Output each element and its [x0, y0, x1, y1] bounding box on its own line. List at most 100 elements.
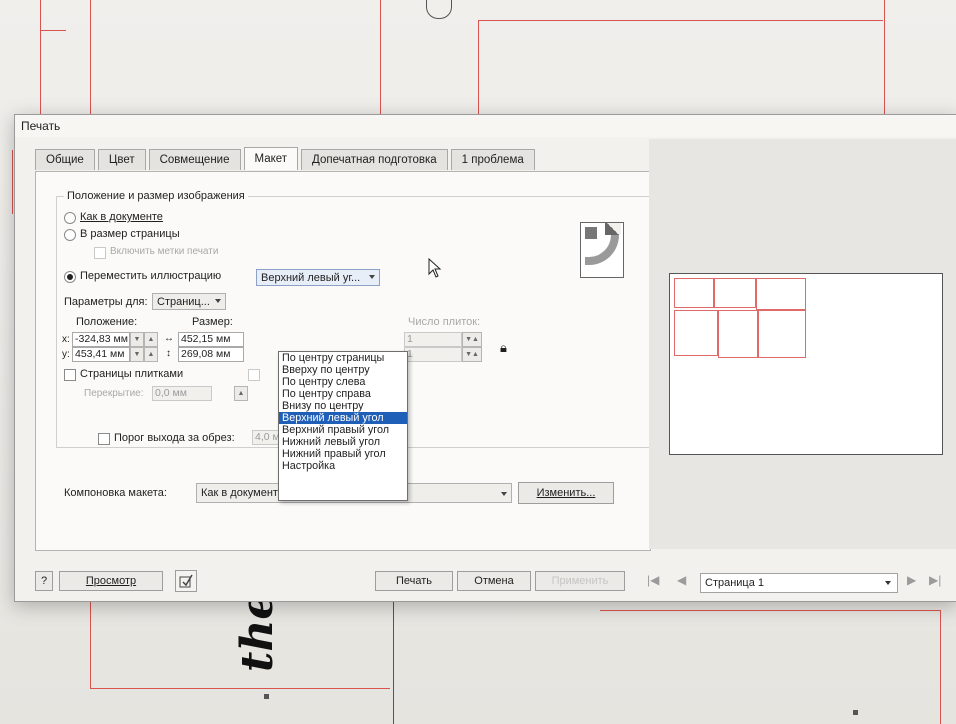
preview-shape — [756, 278, 806, 310]
dropdown-item[interactable]: Нижний левый угол — [279, 436, 407, 448]
height-field[interactable]: 269,08 мм — [178, 347, 244, 362]
preview-shape — [674, 278, 714, 308]
print-preview-pane[interactable] — [649, 139, 956, 549]
first-page-icon[interactable]: |◀ — [647, 573, 659, 587]
position-dropdown-list: По центру страницы Вверху по центру По ц… — [278, 351, 408, 501]
dropdown-item[interactable]: Настройка — [279, 460, 407, 472]
tiles-y-field[interactable]: 1 — [404, 347, 462, 362]
dropdown-item[interactable]: Нижний правый угол — [279, 448, 407, 460]
cancel-button[interactable]: Отмена — [457, 571, 531, 591]
label-imposition: Компоновка макета: — [64, 487, 167, 499]
print-button[interactable]: Печать — [375, 571, 453, 591]
label-y: y: — [62, 349, 70, 360]
params-for-value: Страниц... — [157, 295, 210, 308]
print-dialog: Печать Общие Цвет Совмещение Макет Допеч… — [14, 114, 956, 602]
tiles-y-spin[interactable]: ▼▲ — [462, 347, 482, 362]
page-select[interactable]: Страница 1 — [700, 573, 898, 593]
chevron-down-icon — [369, 275, 375, 279]
tab-prepress[interactable]: Допечатная подготовка — [301, 149, 448, 170]
mouse-cursor-icon — [428, 258, 442, 278]
dropdown-item[interactable]: Вверху по центру — [279, 364, 407, 376]
dropdown-item[interactable]: По центру справа — [279, 388, 407, 400]
tiles-x-field[interactable]: 1 — [404, 332, 462, 347]
preview-toggle-icon[interactable] — [175, 570, 197, 592]
next-page-icon[interactable]: ▶ — [907, 573, 916, 587]
node-marker — [264, 694, 269, 699]
checkbox-print-marks[interactable] — [94, 247, 106, 259]
y-position-field[interactable]: 453,41 мм — [72, 347, 130, 362]
circle-shape — [426, 0, 452, 19]
y-spin-up[interactable]: ▲ — [144, 347, 158, 362]
canvas-text-shape: the — [232, 591, 283, 672]
preview-paper — [669, 273, 943, 455]
dropdown-item-selected[interactable]: Верхний левый угол — [279, 412, 407, 424]
dropdown-item[interactable]: Внизу по центру — [279, 400, 407, 412]
params-for-combo[interactable]: Страниц... — [152, 293, 226, 310]
cut-line — [600, 610, 940, 611]
tab-composite[interactable]: Совмещение — [148, 149, 241, 170]
label-bleed: Порог выхода за обрез: — [114, 432, 235, 444]
preview-shape — [674, 310, 718, 356]
change-button-label: Изменить... — [536, 487, 596, 499]
checkbox-tile-pages[interactable] — [64, 369, 76, 381]
y-spin-down[interactable]: ▼ — [130, 347, 144, 362]
checkbox-bleed[interactable] — [98, 433, 110, 445]
preview-shape — [718, 310, 758, 358]
x-spin-up[interactable]: ▲ — [144, 332, 158, 347]
label-params-for: Параметры для: — [64, 296, 148, 308]
title-bar: Печать — [15, 115, 956, 137]
cut-line — [884, 0, 885, 114]
radio-page-size[interactable] — [64, 229, 76, 241]
label-overlap: Перекрытие: — [84, 388, 144, 399]
change-imposition-button[interactable]: Изменить... — [518, 482, 614, 504]
label-tile-count: Число плиток: — [408, 316, 481, 328]
width-field[interactable]: 452,15 мм — [178, 332, 244, 347]
x-spin-down[interactable]: ▼ — [130, 332, 144, 347]
tab-layout[interactable]: Макет — [243, 147, 299, 170]
x-position-field[interactable]: -324,83 мм — [72, 332, 130, 347]
position-combo[interactable]: Верхний левый уг... — [256, 269, 380, 286]
preview-button[interactable]: Просмотр — [59, 571, 163, 591]
label-tile-pages: Страницы плитками — [80, 368, 184, 380]
tab-general[interactable]: Общие — [35, 149, 95, 170]
radio-as-document[interactable] — [64, 212, 76, 224]
tab-issues[interactable]: 1 проблема — [450, 149, 535, 170]
apply-button[interactable]: Применить — [535, 571, 625, 591]
node-marker — [853, 710, 858, 715]
lock-icon[interactable]: 🔒︎ — [500, 340, 507, 356]
label-as-document: Как в документе — [80, 211, 163, 223]
overlap-spin[interactable]: ▲ — [234, 386, 248, 401]
tiles-x-spin[interactable]: ▼▲ — [462, 332, 482, 347]
cut-line — [40, 0, 41, 114]
label-page-size: В размер страницы — [80, 228, 180, 240]
cut-line — [478, 20, 479, 114]
label-position: Положение: — [76, 316, 138, 328]
last-page-icon[interactable]: ▶| — [929, 573, 941, 587]
label-print-marks: Включить метки печати — [110, 246, 219, 257]
chevron-down-icon — [885, 581, 891, 585]
chevron-down-icon — [501, 492, 507, 496]
label-x: x: — [62, 334, 70, 345]
dropdown-item[interactable]: По центру страницы — [279, 352, 407, 364]
tab-strip: Общие Цвет Совмещение Макет Допечатная п… — [35, 147, 538, 171]
preview-shape — [758, 310, 806, 358]
tab-color[interactable]: Цвет — [97, 149, 146, 170]
dropdown-item[interactable]: По центру слева — [279, 376, 407, 388]
cut-line — [90, 0, 91, 114]
radio-move-illustration[interactable] — [64, 271, 76, 283]
help-button[interactable]: ? — [35, 571, 53, 591]
prev-page-icon[interactable]: ◀ — [677, 573, 686, 587]
checkbox-tile-marks[interactable] — [248, 369, 260, 381]
width-icon: ↔ — [164, 333, 174, 344]
cut-line — [12, 150, 13, 214]
label-move-illustration: Переместить иллюстрацию — [80, 270, 222, 282]
dropdown-item[interactable]: Верхний правый угол — [279, 424, 407, 436]
overlap-field[interactable]: 0,0 мм — [152, 386, 212, 401]
cut-line — [380, 0, 381, 114]
layout-tab-panel: Положение и размер изображения Как в док… — [35, 171, 658, 551]
page-layout-preview-icon — [580, 222, 624, 278]
preview-button-label: Просмотр — [85, 575, 137, 587]
dialog-title: Печать — [21, 119, 61, 133]
cut-line — [940, 610, 941, 724]
chevron-down-icon — [215, 299, 221, 303]
